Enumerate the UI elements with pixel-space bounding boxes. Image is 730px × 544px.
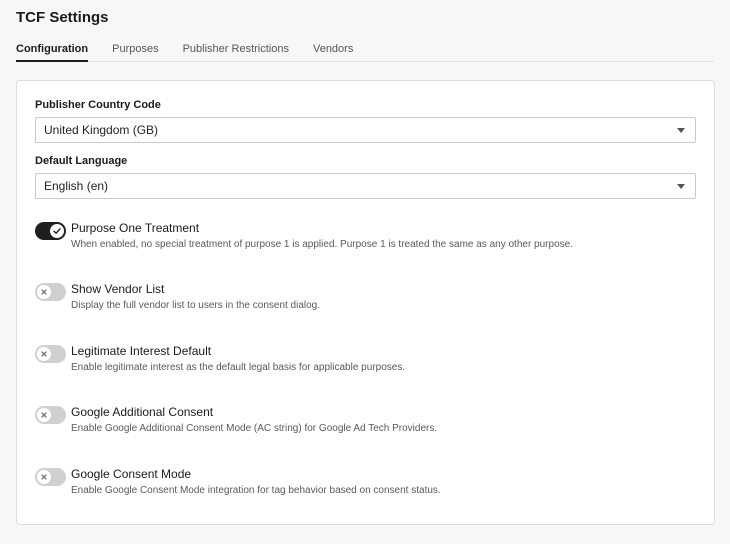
option-description: Enable Google Additional Consent Mode (A… — [71, 423, 438, 434]
chevron-down-icon — [677, 128, 685, 133]
x-icon — [37, 408, 51, 422]
legitimate-interest-default-toggle[interactable] — [35, 345, 66, 363]
x-icon — [37, 470, 51, 484]
check-icon — [50, 224, 64, 238]
option-title: Show Vendor List — [71, 282, 165, 296]
tab-publisher-restrictions[interactable]: Publisher Restrictions — [183, 42, 289, 62]
option-title: Purpose One Treatment — [71, 221, 200, 235]
option-description: Enable legitimate interest as the defaul… — [71, 362, 406, 373]
chevron-down-icon — [677, 184, 685, 189]
option-description: Display the full vendor list to users in… — [71, 300, 321, 311]
option-description: Enable Google Consent Mode integration f… — [71, 485, 441, 496]
country-code-select[interactable]: United Kingdom (GB) — [35, 117, 696, 143]
default-language-label: Default Language — [35, 155, 128, 167]
show-vendor-list-toggle[interactable] — [35, 283, 66, 301]
option-description: When enabled, no special treatment of pu… — [71, 239, 573, 250]
x-icon — [37, 285, 51, 299]
option-title: Google Additional Consent — [71, 405, 214, 419]
tab-configuration[interactable]: Configuration — [16, 42, 89, 62]
option-purpose-one-treatment: Purpose One Treatment When enabled, no s… — [35, 221, 695, 261]
google-consent-mode-toggle[interactable] — [35, 468, 66, 486]
option-legitimate-interest-default: Legitimate Interest Default Enable legit… — [35, 344, 695, 384]
option-google-consent-mode: Google Consent Mode Enable Google Consen… — [35, 467, 695, 507]
tab-purposes[interactable]: Purposes — [112, 42, 158, 62]
page-title: TCF Settings — [16, 9, 109, 26]
x-icon — [37, 347, 51, 361]
settings-card: Publisher Country Code United Kingdom (G… — [16, 80, 715, 525]
default-language-select[interactable]: English (en) — [35, 173, 696, 199]
country-code-value: United Kingdom (GB) — [44, 123, 159, 137]
tab-vendors[interactable]: Vendors — [313, 42, 353, 62]
google-additional-consent-toggle[interactable] — [35, 406, 66, 424]
tab-bar: Configuration Purposes Publisher Restric… — [16, 42, 714, 62]
option-show-vendor-list: Show Vendor List Display the full vendor… — [35, 282, 695, 322]
purpose-one-treatment-toggle[interactable] — [35, 222, 66, 240]
option-title: Google Consent Mode — [71, 467, 192, 481]
country-code-label: Publisher Country Code — [35, 99, 161, 111]
option-title: Legitimate Interest Default — [71, 344, 212, 358]
option-google-additional-consent: Google Additional Consent Enable Google … — [35, 405, 695, 445]
default-language-value: English (en) — [44, 179, 109, 193]
